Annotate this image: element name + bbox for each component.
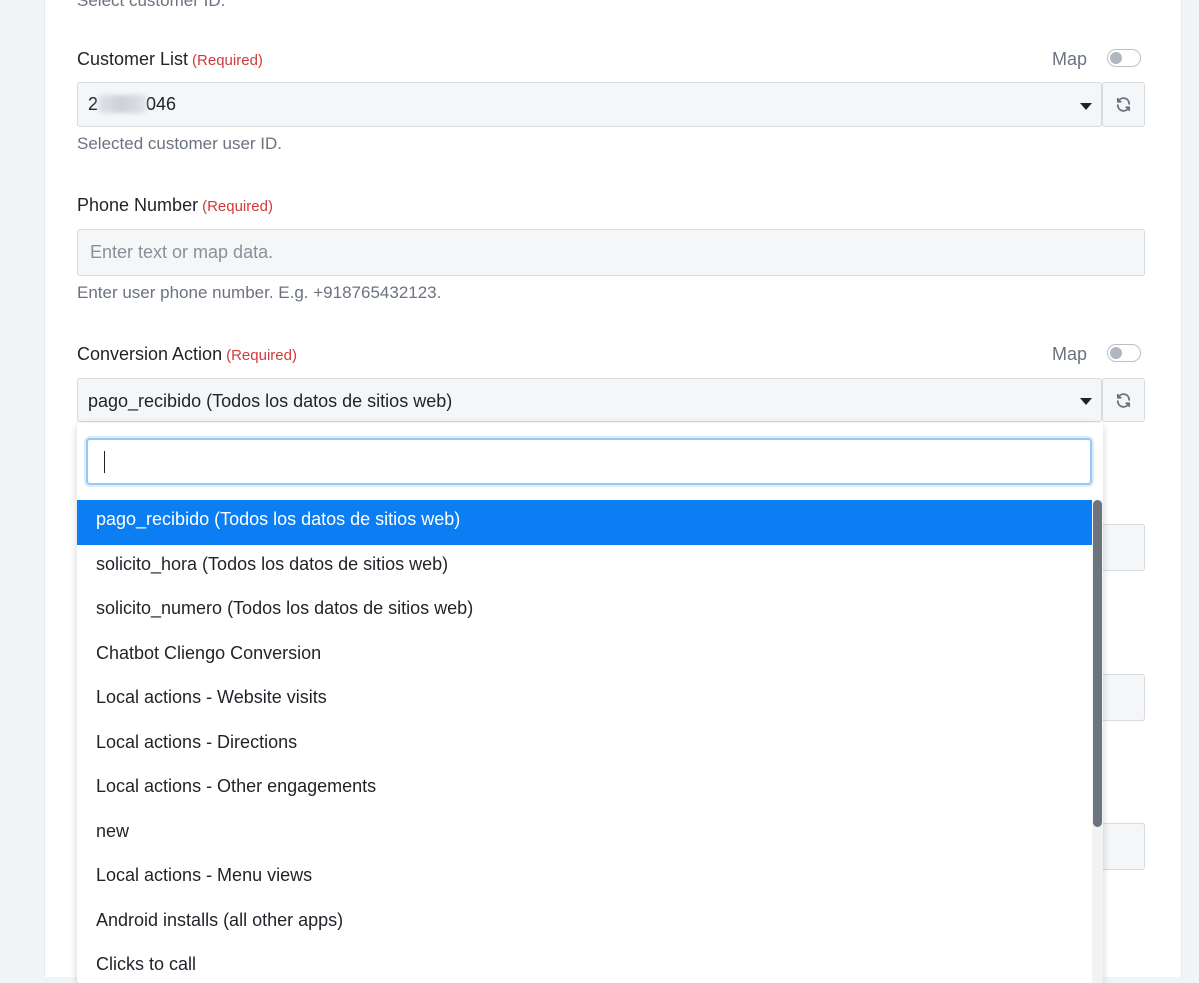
customer-id-hint: Select customer ID. (77, 0, 226, 10)
phone-number-hint: Enter user phone number. E.g. +918765432… (77, 283, 442, 302)
conversion-action-map-label: Map (1052, 344, 1088, 364)
dropdown-option[interactable]: new (77, 812, 1092, 857)
customer-list-label-text: Customer List (77, 49, 189, 69)
customer-list-value: 2 046 (88, 94, 176, 115)
customer-list-select[interactable]: 2 046 (77, 82, 1102, 127)
phone-number-label: Phone Number (Required) (77, 195, 273, 216)
customer-list-map-toggle[interactable] (1107, 49, 1141, 67)
dropdown-option[interactable]: pago_recibido (Todos los datos de sitios… (77, 500, 1092, 545)
refresh-icon (1116, 393, 1131, 408)
customer-list-value-prefix: 2 (88, 94, 99, 114)
dropdown-option[interactable]: Local actions - Menu views (77, 856, 1092, 901)
toggle-knob (1110, 347, 1122, 359)
phone-number-label-text: Phone Number (77, 195, 199, 215)
conversion-action-dropdown: pago_recibido (Todos los datos de sitios… (77, 423, 1103, 983)
required-marker: (Required) (202, 198, 273, 215)
conversion-action-map-toggle[interactable] (1107, 344, 1141, 362)
conversion-action-refresh-button[interactable] (1102, 378, 1145, 422)
conversion-action-value: pago_recibido (Todos los datos de sitios… (88, 391, 453, 411)
dropdown-option[interactable]: solicito_hora (Todos los datos de sitios… (77, 545, 1092, 590)
dropdown-option[interactable]: solicito_numero (Todos los datos de siti… (77, 589, 1092, 634)
dropdown-search-input[interactable] (86, 438, 1092, 485)
dropdown-options-list: pago_recibido (Todos los datos de sitios… (77, 500, 1092, 983)
dropdown-option[interactable]: Local actions - Directions (77, 723, 1092, 768)
required-marker: (Required) (192, 52, 263, 69)
phone-number-input[interactable] (77, 229, 1145, 276)
dropdown-option[interactable]: Local actions - Other engagements (77, 767, 1092, 812)
customer-list-value-suffix: 046 (146, 94, 177, 114)
dropdown-option[interactable]: Local actions - Website visits (77, 678, 1092, 723)
text-cursor (104, 451, 105, 473)
refresh-icon (1116, 97, 1131, 112)
customer-list-label: Customer List (Required) (77, 49, 263, 70)
dropdown-scrollbar-thumb[interactable] (1093, 500, 1102, 827)
customer-list-map-label: Map (1052, 49, 1088, 69)
conversion-action-label-text: Conversion Action (77, 344, 223, 364)
dropdown-option[interactable]: Clicks to call (77, 945, 1092, 983)
customer-list-hint: Selected customer user ID. (77, 134, 283, 153)
chevron-down-icon (1080, 103, 1092, 110)
conversion-action-label: Conversion Action (Required) (77, 344, 297, 365)
dropdown-option[interactable]: Android installs (all other apps) (77, 901, 1092, 946)
dropdown-option[interactable]: Chatbot Cliengo Conversion (77, 634, 1092, 679)
conversion-action-select[interactable]: pago_recibido (Todos los datos de sitios… (77, 378, 1102, 422)
chevron-down-icon (1080, 398, 1092, 405)
redacted-blur (98, 95, 147, 113)
required-marker: (Required) (226, 347, 297, 364)
customer-list-refresh-button[interactable] (1102, 82, 1145, 127)
toggle-knob (1110, 52, 1122, 64)
